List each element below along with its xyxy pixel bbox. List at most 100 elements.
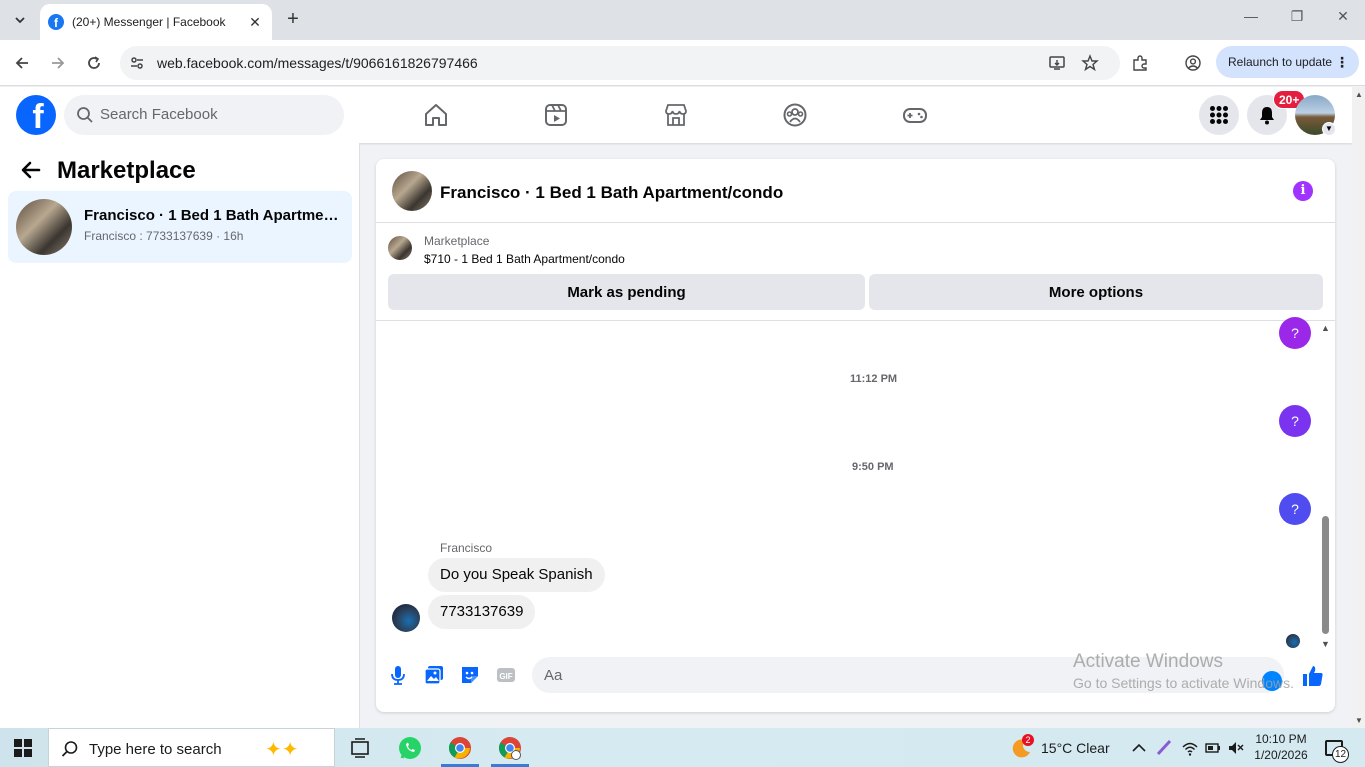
more-options-button[interactable]: More options [869, 274, 1323, 310]
back-arrow-icon[interactable] [20, 159, 42, 187]
message-placeholder: Aa [544, 667, 563, 684]
browser-toolbar: web.facebook.com/messages/t/906616182679… [0, 40, 1365, 86]
close-window-icon[interactable]: ✕ [1330, 8, 1356, 25]
search-icon [61, 741, 78, 757]
watermark-line-1: Activate Windows [1073, 651, 1223, 672]
facebook-search-input[interactable]: Search Facebook [64, 95, 344, 135]
profile-icon [1185, 55, 1201, 71]
message-timestamp: 11:12 PM [850, 373, 898, 385]
marketplace-icon[interactable] [663, 102, 689, 128]
info-icon[interactable]: i [1293, 181, 1313, 201]
home-icon[interactable] [423, 102, 449, 128]
copilot-sparkle-icon[interactable]: ✦✦ [265, 737, 299, 762]
photo-icon[interactable] [423, 664, 445, 686]
tab-title: (20+) Messenger | Facebook [72, 15, 226, 29]
search-placeholder: Search Facebook [100, 106, 218, 123]
outgoing-message-bubble[interactable]: ? [1279, 317, 1311, 349]
pen-icon[interactable] [1156, 738, 1174, 756]
gif-icon[interactable]: GIF [495, 664, 517, 686]
windows-start-icon[interactable] [14, 739, 32, 757]
tab-search-button[interactable] [8, 8, 32, 32]
conversation-item[interactable]: Francisco · 1 Bed 1 Bath Apartment/condo… [8, 191, 352, 263]
listing-thumbnail [16, 199, 72, 255]
relaunch-label: Relaunch to update [1228, 55, 1333, 69]
groups-icon[interactable] [782, 102, 808, 128]
address-bar[interactable]: web.facebook.com/messages/t/906616182679… [120, 46, 1120, 80]
video-icon[interactable] [543, 102, 569, 128]
outgoing-message-bubble[interactable]: ? [1279, 405, 1311, 437]
browser-menu-icon[interactable]: ⋮ [1335, 54, 1349, 71]
taskbar-search-box[interactable]: Type here to search ✦✦ [48, 728, 335, 767]
clock-time: 10:10 PM [1255, 732, 1307, 746]
arrow-left-icon [15, 57, 28, 69]
scroll-thumb[interactable] [1322, 516, 1329, 634]
extensions-button[interactable] [1128, 51, 1152, 75]
gaming-icon[interactable] [902, 102, 928, 128]
chrome-icon[interactable] [446, 734, 474, 762]
forward-button[interactable] [46, 51, 70, 75]
puzzle-icon [1133, 55, 1147, 71]
profile-button[interactable] [1181, 51, 1205, 75]
network-icon[interactable] [1181, 739, 1199, 757]
whatsapp-icon[interactable] [396, 734, 424, 762]
weather-text[interactable]: 15°C Clear [1041, 740, 1110, 756]
message-thread: ? 11:12 PM ? 9:50 PM ? Francisco Do you … [376, 317, 1335, 651]
site-settings-icon[interactable] [128, 54, 146, 72]
chevron-down-icon[interactable]: ▼ [1322, 122, 1336, 136]
marketplace-listing-bar: Marketplace $710 - 1 Bed 1 Bath Apartmen… [376, 223, 1335, 321]
microphone-icon[interactable] [387, 664, 409, 686]
facebook-logo-icon[interactable]: f [16, 95, 56, 135]
arrow-right-icon [52, 57, 65, 69]
watermark-line-2: Go to Settings to activate Windows. [1073, 675, 1294, 691]
sticker-icon[interactable] [459, 664, 481, 686]
task-view-icon[interactable] [346, 734, 374, 762]
scroll-up-icon[interactable]: ▲ [1321, 323, 1330, 333]
chat-title[interactable]: Francisco · 1 Bed 1 Bath Apartment/condo [440, 183, 783, 203]
install-app-icon[interactable] [1048, 54, 1066, 72]
url-text: web.facebook.com/messages/t/906616182679… [157, 55, 478, 71]
thumbs-up-icon[interactable] [1300, 663, 1326, 689]
new-tab-button[interactable]: + [282, 8, 304, 30]
back-button[interactable] [10, 51, 34, 75]
listing-thumbnail-small[interactable] [388, 236, 412, 260]
conversation-preview: Francisco : 7733137639 · 16h [84, 229, 244, 243]
incoming-message-bubble[interactable]: Do you Speak Spanish [428, 558, 605, 592]
notification-center-count: 12 [1332, 746, 1349, 763]
scroll-down-icon[interactable]: ▼ [1321, 639, 1330, 649]
volume-muted-icon[interactable] [1227, 739, 1245, 757]
outgoing-message-bubble[interactable]: ? [1279, 493, 1311, 525]
browser-tab-active[interactable]: f (20+) Messenger | Facebook ✕ [40, 4, 272, 40]
message-timestamp: 9:50 PM [852, 461, 894, 473]
svg-text:GIF: GIF [499, 672, 512, 681]
battery-icon[interactable] [1204, 739, 1222, 757]
scroll-up-icon[interactable]: ▲ [1355, 90, 1363, 99]
grid-menu-icon [1210, 106, 1228, 124]
chevron-down-icon [15, 17, 25, 24]
marketplace-label: Marketplace [424, 234, 490, 248]
weather-alert-badge: 2 [1022, 734, 1034, 746]
search-icon [77, 107, 93, 123]
chrome-profile-icon[interactable] [496, 734, 524, 762]
menu-grid-button[interactable] [1199, 95, 1239, 135]
windows-taskbar: Type here to search ✦✦ 2 15°C Clear 10:1… [0, 728, 1365, 767]
incoming-message-bubble[interactable]: 7733137639 [428, 595, 536, 629]
relaunch-to-update-button[interactable]: Relaunch to update ⋮ [1216, 46, 1359, 78]
taskbar-clock[interactable]: 10:10 PM 1/20/2026 [1252, 731, 1310, 763]
sender-avatar[interactable] [392, 604, 420, 632]
taskbar-search-placeholder: Type here to search [89, 741, 222, 758]
chevron-up-icon[interactable] [1130, 739, 1148, 757]
chat-listing-avatar[interactable] [392, 171, 432, 211]
listing-title[interactable]: $710 - 1 Bed 1 Bath Apartment/condo [424, 252, 625, 266]
minimize-window-icon[interactable]: — [1238, 8, 1264, 24]
bookmark-star-icon[interactable] [1081, 54, 1099, 72]
facebook-header: f Search Facebook 20+ ▼ [0, 87, 1352, 143]
marketplace-sidebar: Marketplace Francisco · 1 Bed 1 Bath Apa… [0, 143, 360, 728]
close-tab-icon[interactable]: ✕ [246, 14, 264, 31]
chat-scrollbar[interactable]: ▲ ▼ [1317, 321, 1333, 651]
restore-window-icon[interactable]: ❐ [1284, 8, 1310, 25]
scroll-down-icon[interactable]: ▼ [1355, 716, 1363, 725]
bell-icon [1260, 107, 1274, 125]
mark-as-pending-button[interactable]: Mark as pending [388, 274, 865, 310]
page-scrollbar[interactable]: ▲ ▼ [1352, 87, 1365, 728]
reload-button[interactable] [82, 51, 106, 75]
